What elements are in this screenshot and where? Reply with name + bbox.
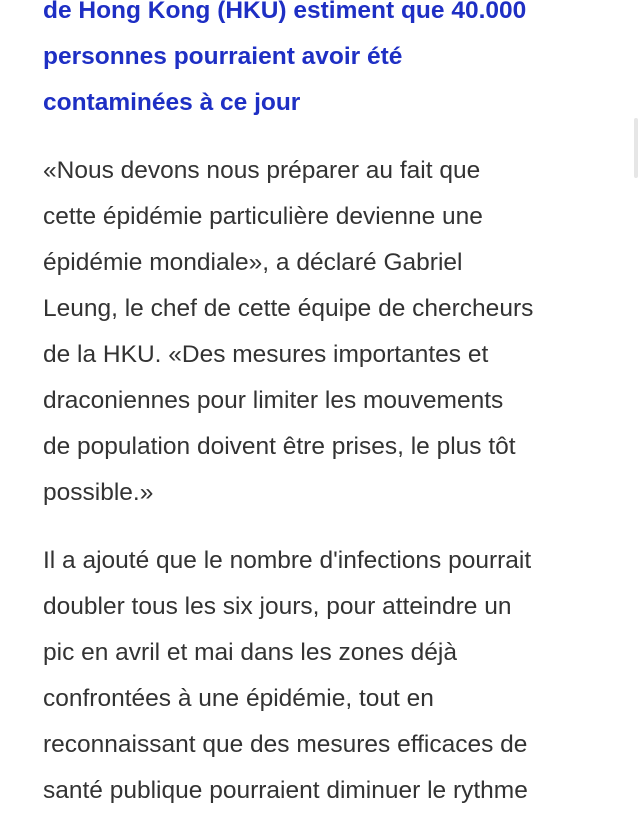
- paragraph-line: santé publique pourraient diminuer le ry…: [43, 777, 528, 804]
- paragraph-infections: Il a ajouté que le nombre d'infections p…: [43, 538, 613, 814]
- paragraph-line: de population doivent être prises, le pl…: [43, 433, 516, 460]
- subheading-line: personnes pourraient avoir été: [43, 43, 403, 70]
- paragraph-line: reconnaissant que des mesures efficaces …: [43, 731, 528, 758]
- subheading-line: de Hong Kong (HKU) estiment que 40.000: [43, 0, 527, 24]
- paragraph-line: confrontées à une épidémie, tout en: [43, 685, 434, 712]
- paragraph-line: épidémie mondiale», a déclaré Gabriel: [43, 249, 463, 276]
- paragraph-line: de la HKU. «Des mesures importantes et: [43, 341, 489, 368]
- paragraph-line: Leung, le chef de cette équipe de cherch…: [43, 295, 534, 322]
- scrollbar-thumb[interactable]: [634, 118, 638, 178]
- paragraph-quote: «Nous devons nous préparer au fait que c…: [43, 148, 613, 516]
- article-subheading: de Hong Kong (HKU) estiment que 40.000 p…: [43, 0, 613, 126]
- article-body: de Hong Kong (HKU) estiment que 40.000 p…: [43, 0, 613, 814]
- paragraph-line: cette épidémie particulière devienne une: [43, 203, 483, 230]
- paragraph-line: draconiennes pour limiter les mouvements: [43, 387, 504, 414]
- paragraph-line: «Nous devons nous préparer au fait que: [43, 157, 481, 184]
- paragraph-line: Il a ajouté que le nombre d'infections p…: [43, 547, 532, 574]
- subheading-line: contaminées à ce jour: [43, 89, 301, 116]
- paragraph-line: pic en avril et mai dans les zones déjà: [43, 639, 457, 666]
- paragraph-line: possible.»: [43, 479, 154, 506]
- paragraph-line: doubler tous les six jours, pour atteind…: [43, 593, 512, 620]
